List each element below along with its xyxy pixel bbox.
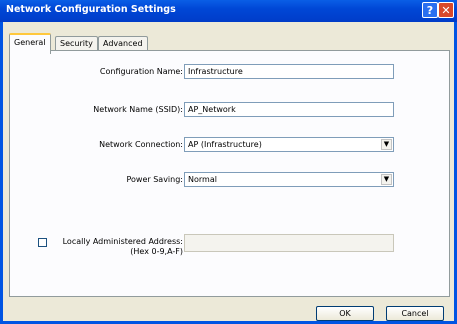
chevron-down-icon[interactable]: ▼	[381, 139, 392, 150]
network-connection-value: AP (Infrastructure)	[188, 140, 262, 149]
network-connection-label: Network Connection:	[99, 140, 183, 149]
laa-label: Locally Administered Address:	[62, 237, 183, 246]
help-button[interactable]: ?	[422, 2, 438, 18]
close-button[interactable]: ✕	[438, 2, 454, 18]
laa-hint: (Hex 0-9,A-F)	[130, 247, 183, 256]
general-panel: Configuration Name: Infrastructure Netwo…	[9, 50, 450, 297]
title-bar[interactable]: Network Configuration Settings ? ✕	[0, 0, 457, 22]
laa-input[interactable]	[184, 234, 394, 252]
power-saving-select[interactable]: Normal ▼	[184, 172, 394, 187]
config-name-label: Configuration Name:	[99, 67, 183, 76]
chevron-down-icon[interactable]: ▼	[381, 174, 392, 185]
ok-button[interactable]: OK	[316, 306, 374, 321]
ssid-input[interactable]: AP_Network	[184, 102, 394, 117]
config-name-input[interactable]: Infrastructure	[184, 64, 394, 79]
dialog-window: Network Configuration Settings ? ✕ Gener…	[0, 0, 457, 324]
power-saving-value: Normal	[188, 175, 217, 184]
laa-checkbox[interactable]	[38, 238, 47, 247]
window-title: Network Configuration Settings	[6, 4, 176, 15]
network-connection-select[interactable]: AP (Infrastructure) ▼	[184, 137, 394, 152]
ssid-label: Network Name (SSID):	[93, 105, 183, 114]
tab-general[interactable]: General	[9, 33, 51, 54]
cancel-button[interactable]: Cancel	[386, 306, 444, 321]
power-saving-label: Power Saving:	[126, 175, 183, 184]
